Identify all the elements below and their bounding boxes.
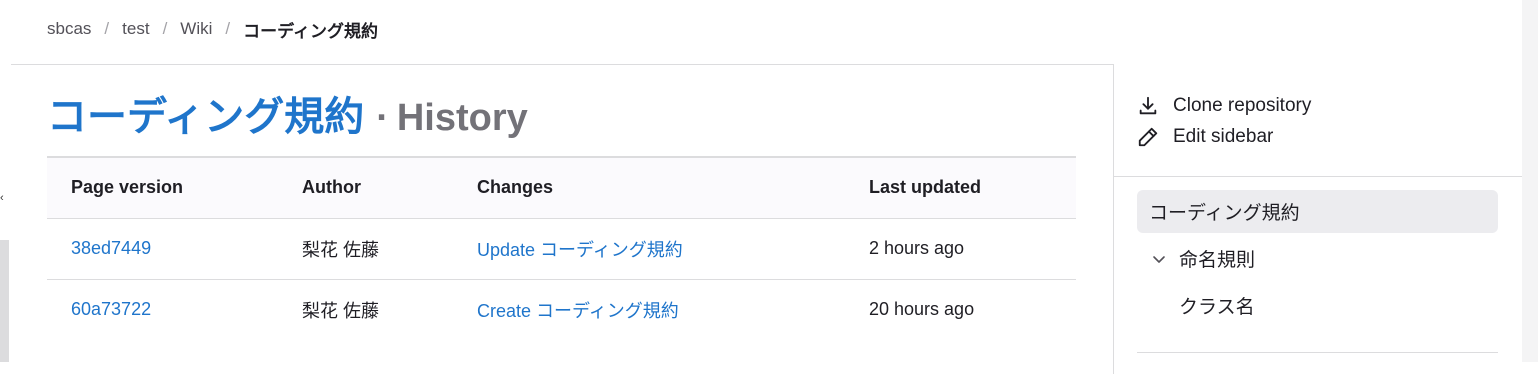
download-icon xyxy=(1139,96,1157,114)
column-header-version: Page version xyxy=(47,157,302,219)
breadcrumb-separator: / xyxy=(225,19,231,38)
right-gutter xyxy=(1522,0,1538,362)
author-cell: 梨花 佐藤 xyxy=(302,218,477,280)
column-header-updated: Last updated xyxy=(869,157,1076,219)
title-suffix: History xyxy=(396,97,528,139)
breadcrumb-item-wiki[interactable]: Wiki xyxy=(180,19,212,39)
table-row: 60a73722 梨花 佐藤 Create コーディング規約 20 hours … xyxy=(47,279,1076,340)
breadcrumb-current: コーディング規約 xyxy=(243,21,378,41)
breadcrumb-separator: / xyxy=(104,19,110,38)
updated-cell: 2 hours ago xyxy=(869,218,1076,280)
breadcrumb-separator: / xyxy=(162,19,168,38)
breadcrumb-item-project[interactable]: test xyxy=(122,19,149,39)
column-header-author: Author xyxy=(302,157,477,219)
sidebar-item-label: コーディング規約 xyxy=(1149,203,1300,224)
sidebar-item-label: 命名規則 xyxy=(1179,250,1256,271)
chevron-down-icon[interactable] xyxy=(1151,251,1167,267)
page-title-link[interactable]: コーディング規約 xyxy=(47,84,364,142)
edit-sidebar-button[interactable]: Edit sidebar xyxy=(1137,121,1311,152)
collapse-caret-icon[interactable]: ‹ xyxy=(0,192,4,204)
sidebar-bottom-divider xyxy=(1137,352,1498,353)
breadcrumb-item-group[interactable]: sbcas xyxy=(47,19,91,39)
title-separator: · xyxy=(376,97,389,139)
breadcrumb: sbcas / test / Wiki / コーディング規約 xyxy=(47,18,378,41)
column-header-changes: Changes xyxy=(477,157,869,219)
sidebar-item-coding-standards[interactable]: コーディング規約 xyxy=(1137,190,1498,233)
scrollbar[interactable] xyxy=(0,240,9,362)
updated-cell: 20 hours ago xyxy=(869,299,975,320)
page-title: コーディング規約 · History xyxy=(47,84,528,139)
sidebar-item-label: クラス名 xyxy=(1179,297,1255,318)
table-header-row: Page version Author Changes Last updated xyxy=(47,157,1076,219)
clone-repository-button[interactable]: Clone repository xyxy=(1137,90,1311,121)
version-link[interactable]: 60a73722 xyxy=(71,299,151,319)
history-table: Page version Author Changes Last updated… xyxy=(47,156,1076,340)
version-link[interactable]: 38ed7449 xyxy=(71,238,151,258)
change-link[interactable]: Update コーディング規約 xyxy=(477,240,683,260)
wiki-sidebar-nav: コーディング規約 命名規則 クラス名 xyxy=(1137,190,1498,327)
sidebar-item-class-names[interactable]: クラス名 xyxy=(1137,284,1498,327)
table-row: 38ed7449 梨花 佐藤 Update コーディング規約 2 hours a… xyxy=(47,218,1076,280)
left-edge: ‹ xyxy=(0,0,10,362)
sidebar-divider xyxy=(1114,176,1538,177)
edit-sidebar-label: Edit sidebar xyxy=(1173,125,1274,147)
clone-repository-label: Clone repository xyxy=(1173,94,1312,116)
author-cell: 梨花 佐藤 xyxy=(302,300,380,321)
change-link[interactable]: Create コーディング規約 xyxy=(477,301,679,321)
sidebar-actions: Clone repository Edit sidebar xyxy=(1137,90,1311,152)
sidebar-item-naming-rules[interactable]: 命名規則 xyxy=(1137,237,1498,280)
pencil-icon xyxy=(1138,127,1158,146)
